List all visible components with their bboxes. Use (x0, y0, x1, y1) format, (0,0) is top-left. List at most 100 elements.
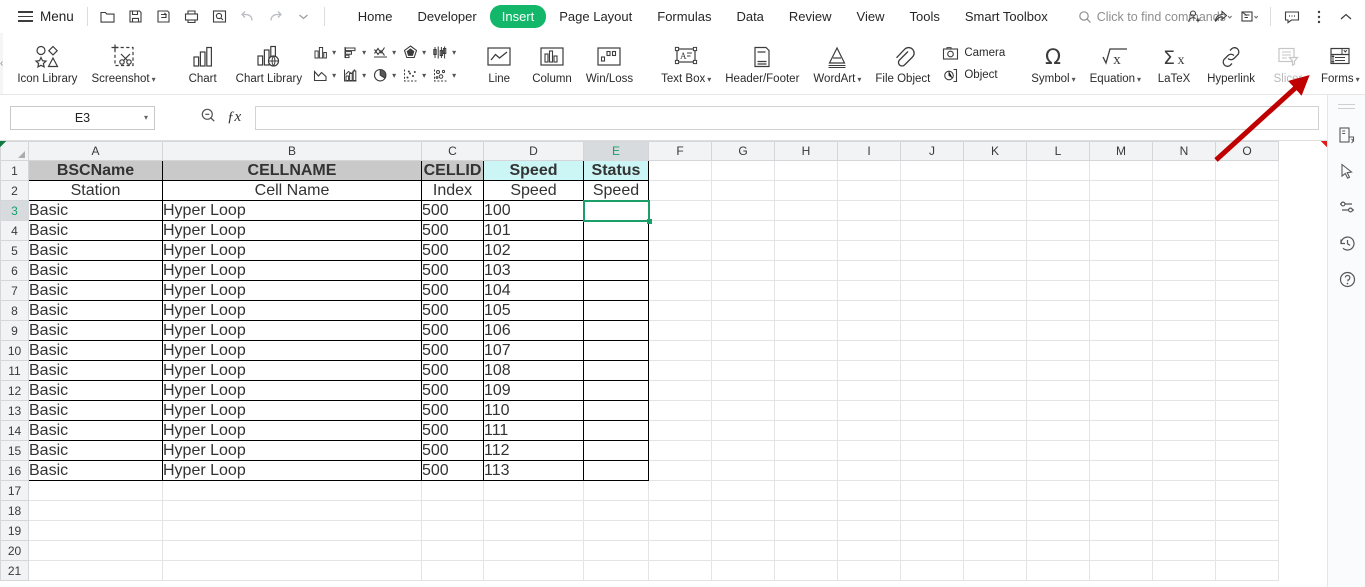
cell-N18[interactable] (1152, 500, 1216, 521)
cell-O2[interactable] (1215, 180, 1279, 201)
cell-C21[interactable] (421, 560, 484, 581)
header-footer-button[interactable]: Header/Footer (718, 35, 806, 93)
column-header-I[interactable]: I (837, 141, 901, 161)
object-button[interactable]: Object (937, 65, 1010, 86)
cell-G8[interactable] (711, 300, 775, 321)
cell-C16[interactable]: 500 (421, 460, 484, 481)
cell-M7[interactable] (1089, 280, 1153, 301)
cell-C10[interactable]: 500 (421, 340, 484, 361)
cell-L17[interactable] (1026, 480, 1090, 501)
cell-H18[interactable] (774, 500, 838, 521)
cell-N19[interactable] (1152, 520, 1216, 541)
cell-J5[interactable] (900, 240, 964, 261)
cell-B4[interactable]: Hyper Loop (162, 220, 422, 241)
cell-G12[interactable] (711, 380, 775, 401)
column-header-B[interactable]: B (162, 141, 422, 161)
cell-J15[interactable] (900, 440, 964, 461)
cell-I18[interactable] (837, 500, 901, 521)
cell-J14[interactable] (900, 420, 964, 441)
cell-L2[interactable] (1026, 180, 1090, 201)
cell-H16[interactable] (774, 460, 838, 481)
cell-E10[interactable] (583, 340, 649, 361)
sidebar-layout-button[interactable] (1328, 117, 1365, 153)
cell-A21[interactable] (28, 560, 163, 581)
customize-quick-access-icon[interactable] (291, 5, 317, 29)
cell-E2[interactable]: Speed (583, 141, 1327, 201)
cell-C17[interactable] (421, 480, 484, 501)
cell-H10[interactable] (774, 340, 838, 361)
radar-chart-button[interactable]: ▾ (399, 42, 429, 63)
cell-O1[interactable] (1215, 160, 1279, 181)
cell-E15[interactable] (583, 440, 649, 461)
cell-E3[interactable] (583, 200, 649, 221)
column-header-H[interactable]: H (774, 141, 838, 161)
cell-L3[interactable] (1026, 200, 1090, 221)
pie-chart-button[interactable]: ▾ (369, 65, 399, 86)
cell-E20[interactable] (583, 540, 649, 561)
column-chart-button[interactable]: ▾ (309, 42, 339, 63)
text-box-button[interactable]: A Text Box ▾ (654, 35, 718, 93)
tab-developer[interactable]: Developer (405, 5, 488, 28)
cell-C18[interactable] (421, 500, 484, 521)
cell-D6[interactable]: 103 (0, 141, 584, 281)
redo-icon[interactable] (263, 5, 289, 29)
cell-F15[interactable] (648, 440, 712, 461)
cell-G13[interactable] (711, 400, 775, 421)
row-header-12[interactable]: 12 (0, 380, 29, 401)
cell-D5[interactable]: 102 (0, 141, 584, 261)
cell-M19[interactable] (1089, 520, 1153, 541)
cell-H1[interactable] (774, 160, 838, 181)
hyperlink-button[interactable]: Hyperlink (1200, 35, 1262, 93)
cell-L20[interactable] (1026, 540, 1090, 561)
tab-formulas[interactable]: Formulas (645, 5, 723, 28)
tab-insert[interactable]: Insert (489, 5, 547, 28)
cell-N8[interactable] (1152, 300, 1216, 321)
cell-L10[interactable] (1026, 340, 1090, 361)
cell-N3[interactable] (1152, 200, 1216, 221)
cell-I13[interactable] (837, 400, 901, 421)
cell-D12[interactable]: 109 (0, 141, 584, 401)
cell-A15[interactable]: Basic (28, 440, 163, 461)
cell-E14[interactable] (583, 420, 649, 441)
sidebar-settings-button[interactable] (1328, 189, 1365, 225)
cell-A18[interactable] (28, 500, 163, 521)
tab-review[interactable]: Review (777, 5, 844, 28)
cell-H4[interactable] (774, 220, 838, 241)
cell-K13[interactable] (963, 400, 1027, 421)
cell-D17[interactable] (483, 480, 584, 501)
cell-N9[interactable] (1152, 320, 1216, 341)
row-header-16[interactable]: 16 (0, 460, 29, 481)
cell-A13[interactable]: Basic (28, 400, 163, 421)
symbol-button[interactable]: Ω Symbol ▾ (1024, 35, 1082, 93)
sparkline-winloss-button[interactable]: Win/Loss (579, 35, 640, 93)
cell-J2[interactable] (900, 180, 964, 201)
cell-G20[interactable] (711, 540, 775, 561)
cell-G21[interactable] (711, 560, 775, 581)
cell-C11[interactable]: 500 (421, 360, 484, 381)
sidebar-history-button[interactable] (1328, 225, 1365, 261)
cell-E21[interactable] (583, 560, 649, 581)
chart-library-button[interactable]: Chart Library (229, 35, 309, 93)
cell-J19[interactable] (900, 520, 964, 541)
cell-O18[interactable] (1215, 500, 1279, 521)
row-header-18[interactable]: 18 (0, 500, 29, 521)
cell-I10[interactable] (837, 340, 901, 361)
cell-C8[interactable]: 500 (421, 300, 484, 321)
cell-B7[interactable]: Hyper Loop (162, 280, 422, 301)
cell-M20[interactable] (1089, 540, 1153, 561)
cell-D3[interactable]: 100 (0, 141, 584, 221)
bubble-chart-button[interactable]: ▾ (429, 65, 459, 86)
cell-H3[interactable] (774, 200, 838, 221)
menu-button[interactable]: Menu (12, 6, 80, 27)
cell-C6[interactable]: 500 (421, 260, 484, 281)
cell-O20[interactable] (1215, 540, 1279, 561)
cell-L12[interactable] (1026, 380, 1090, 401)
cell-D11[interactable]: 10 8 (0, 141, 584, 381)
cell-H20[interactable] (774, 540, 838, 561)
column-header-C[interactable]: C (421, 141, 484, 161)
cell-C13[interactable]: 500 (421, 400, 484, 421)
cell-B12[interactable]: Hyper Loop (162, 380, 422, 401)
cell-E11[interactable] (583, 360, 649, 381)
cell-F18[interactable] (648, 500, 712, 521)
cell-K5[interactable] (963, 240, 1027, 261)
